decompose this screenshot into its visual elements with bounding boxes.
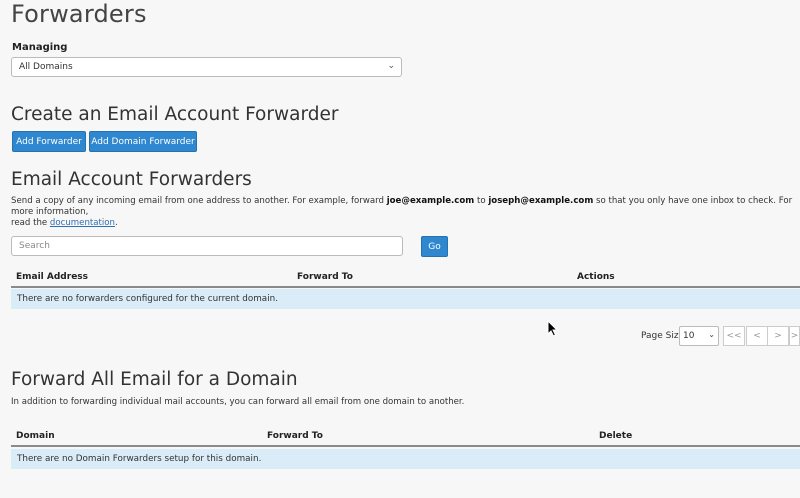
email-forwarders-table-header: Email Address Forward To Actions [11,268,800,288]
managing-domain-select[interactable]: All Domains ⌄ [11,57,402,77]
domain-forwarders-heading: Forward All Email for a Domain [11,369,298,390]
column-email-address[interactable]: Email Address [16,272,88,282]
page-title: Forwarders [11,0,147,28]
email-forwarders-empty-row: There are no forwarders configured for t… [11,289,800,309]
page-size-select[interactable]: 10 ⌄ [679,326,719,346]
next-page-button[interactable]: > [767,326,789,346]
column-delete: Delete [599,431,633,441]
first-page-button[interactable]: << [723,326,745,346]
chevron-down-icon: ⌄ [387,61,395,71]
desc-end: . [115,218,118,228]
column-domain[interactable]: Domain [16,431,55,441]
domain-forwarders-empty-row: There are no Domain Forwarders setup for… [11,449,800,469]
go-button[interactable]: Go [421,236,448,257]
page-size-label: Page Size [641,331,685,341]
add-forwarder-button[interactable]: Add Forwarder [12,131,86,152]
search-placeholder: Search [19,241,50,251]
desc-to: to [474,196,489,206]
managing-label: Managing [12,42,68,53]
example-to: joseph@example.com [488,196,594,206]
create-forwarder-heading: Create an Email Account Forwarder [11,104,339,125]
column-forward-to[interactable]: Forward To [297,272,353,282]
documentation-link[interactable]: documentation [50,218,115,228]
email-forwarders-heading: Email Account Forwarders [11,169,252,190]
domain-forwarders-table-header: Domain Forward To Delete [11,427,800,447]
search-input[interactable]: Search [11,236,403,256]
example-from: joe@example.com [386,196,475,206]
add-domain-forwarder-button[interactable]: Add Domain Forwarder [89,131,197,152]
chevron-down-icon: ⌄ [708,330,715,339]
desc-read: read the [11,218,50,228]
prev-page-button[interactable]: < [746,326,768,346]
column-actions: Actions [577,272,615,282]
last-page-button[interactable]: > [789,326,800,346]
domain-forwarders-description: In addition to forwarding individual mai… [11,397,465,407]
page-size-value: 10 [683,331,695,341]
mouse-cursor-icon [547,320,559,337]
column-forward-to[interactable]: Forward To [267,431,323,441]
email-forwarders-description: Send a copy of any incoming email from o… [11,196,800,229]
managing-selected-value: All Domains [19,62,73,72]
desc-text: Send a copy of any incoming email from o… [11,196,387,206]
